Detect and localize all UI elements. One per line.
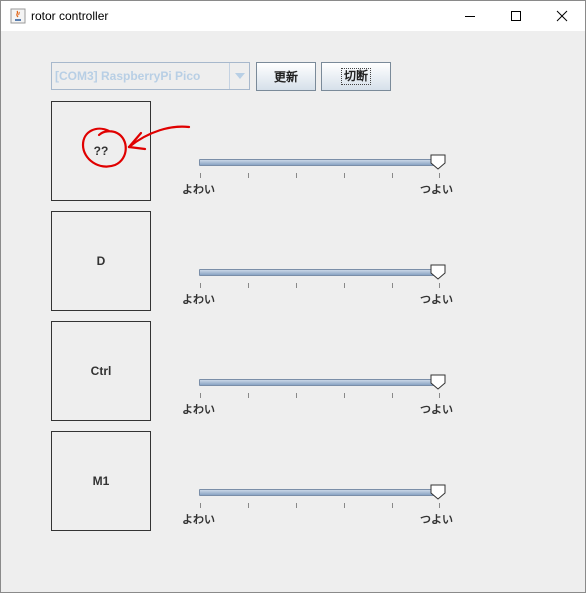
slider-tick xyxy=(392,283,393,288)
dropdown-arrow-button[interactable] xyxy=(229,63,249,89)
strength-slider-2[interactable]: よわい つよい xyxy=(178,241,463,306)
content-panel: [COM3] RaspberryPi Pico 更新 切断 ?? よわい つよい… xyxy=(1,31,585,592)
slider-max-label: つよい xyxy=(420,183,453,196)
control-button-4[interactable]: M1 xyxy=(51,431,151,531)
slider-thumb-icon[interactable] xyxy=(430,154,446,170)
slider-min-label: よわい xyxy=(182,183,215,196)
slider-tick xyxy=(248,173,249,178)
java-app-icon xyxy=(10,8,26,24)
slider-tick xyxy=(296,393,297,398)
control-button-2-label: D xyxy=(96,254,106,268)
slider-tick xyxy=(439,503,440,508)
minimize-icon xyxy=(465,16,475,17)
slider-tick xyxy=(392,173,393,178)
disconnect-button[interactable]: 切断 xyxy=(321,62,391,91)
slider-track xyxy=(199,489,441,496)
maximize-button[interactable] xyxy=(493,1,539,31)
slider-tick xyxy=(248,283,249,288)
window-title: rotor controller xyxy=(31,9,109,23)
control-button-3-label: Ctrl xyxy=(90,364,112,378)
slider-tick xyxy=(248,503,249,508)
slider-tick xyxy=(296,173,297,178)
slider-tick xyxy=(344,173,345,178)
slider-min-label: よわい xyxy=(182,403,215,416)
control-button-4-label: M1 xyxy=(92,474,110,488)
close-icon xyxy=(556,10,568,22)
slider-tick xyxy=(296,503,297,508)
minimize-button[interactable] xyxy=(447,1,493,31)
slider-tick xyxy=(248,393,249,398)
control-button-3[interactable]: Ctrl xyxy=(51,321,151,421)
port-select[interactable]: [COM3] RaspberryPi Pico xyxy=(51,62,250,90)
app-window: rotor controller [COM3] RaspberryPi Pico xyxy=(0,0,586,593)
slider-thumb-icon[interactable] xyxy=(430,484,446,500)
slider-max-label: つよい xyxy=(420,513,453,526)
slider-tick xyxy=(200,283,201,288)
slider-min-label: よわい xyxy=(182,513,215,526)
slider-track xyxy=(199,379,441,386)
slider-min-label: よわい xyxy=(182,293,215,306)
slider-tick xyxy=(200,393,201,398)
annotation-circle-arrow xyxy=(81,125,191,168)
slider-tick xyxy=(344,503,345,508)
maximize-icon xyxy=(511,11,521,21)
close-button[interactable] xyxy=(539,1,585,31)
slider-max-label: つよい xyxy=(420,403,453,416)
dropdown-arrow-icon xyxy=(234,73,245,79)
strength-slider-4[interactable]: よわい つよい xyxy=(178,461,463,526)
slider-track xyxy=(199,159,441,166)
title-bar[interactable]: rotor controller xyxy=(1,1,585,31)
control-button-2[interactable]: D xyxy=(51,211,151,311)
refresh-button[interactable]: 更新 xyxy=(256,62,316,91)
slider-tick xyxy=(344,393,345,398)
refresh-button-label: 更新 xyxy=(273,70,298,84)
slider-tick xyxy=(439,283,440,288)
port-select-value: [COM3] RaspberryPi Pico xyxy=(55,69,201,83)
slider-max-label: つよい xyxy=(420,293,453,306)
slider-tick xyxy=(200,503,201,508)
slider-tick xyxy=(439,393,440,398)
slider-tick xyxy=(200,173,201,178)
disconnect-button-label: 切断 xyxy=(340,68,371,85)
slider-tick xyxy=(296,283,297,288)
slider-tick xyxy=(392,393,393,398)
strength-slider-1[interactable]: よわい つよい xyxy=(178,131,463,196)
slider-track xyxy=(199,269,441,276)
slider-tick xyxy=(344,283,345,288)
strength-slider-3[interactable]: よわい つよい xyxy=(178,351,463,416)
slider-tick xyxy=(439,173,440,178)
slider-thumb-icon[interactable] xyxy=(430,264,446,280)
slider-tick xyxy=(392,503,393,508)
slider-thumb-icon[interactable] xyxy=(430,374,446,390)
